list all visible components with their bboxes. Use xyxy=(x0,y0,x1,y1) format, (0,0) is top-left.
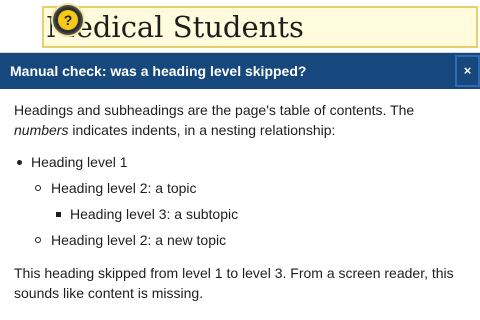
list-item-label: Heading level 2: a topic xyxy=(51,180,197,196)
square-bullet-icon xyxy=(56,212,61,217)
question-mark-icon: ? xyxy=(58,10,78,30)
tooltip-body: Headings and subheadings are the page's … xyxy=(14,100,464,303)
circle-bullet-icon xyxy=(35,237,41,243)
heading-level-list: Heading level 1 Heading level 2: a topic… xyxy=(14,149,464,253)
list-item-level-2: Heading level 2: a topic xyxy=(14,175,464,201)
tooltip-header: Manual check: was a heading level skippe… xyxy=(0,53,480,89)
circle-bullet-icon xyxy=(35,185,41,191)
intro-text-part1: Headings and subheadings are the page's … xyxy=(14,102,415,118)
outro-text: This heading skipped from level 1 to lev… xyxy=(14,265,454,301)
page-heading: Medical Students xyxy=(46,10,304,44)
list-item-label: Heading level 1 xyxy=(31,154,128,170)
close-button[interactable]: × xyxy=(455,55,480,87)
issue-toggle-button[interactable]: ? xyxy=(53,5,83,35)
list-item-level-2-new: Heading level 2: a new topic xyxy=(14,227,464,253)
page-heading-area: Medical Students ? xyxy=(0,0,480,54)
intro-text-emphasis: numbers xyxy=(14,122,69,138)
list-item-label: Heading level 2: a new topic xyxy=(51,232,227,248)
intro-text: Headings and subheadings are the page's … xyxy=(14,100,464,140)
disc-bullet-icon xyxy=(17,160,22,165)
list-item-level-1: Heading level 1 xyxy=(14,149,464,175)
list-item-label: Heading level 3: a subtopic xyxy=(70,206,239,222)
tooltip-title: Manual check: was a heading level skippe… xyxy=(10,63,307,79)
list-item-level-3: Heading level 3: a subtopic xyxy=(14,201,464,227)
intro-text-part2: indicates indents, in a nesting relation… xyxy=(68,122,336,138)
issue-tooltip: Manual check: was a heading level skippe… xyxy=(0,53,480,320)
